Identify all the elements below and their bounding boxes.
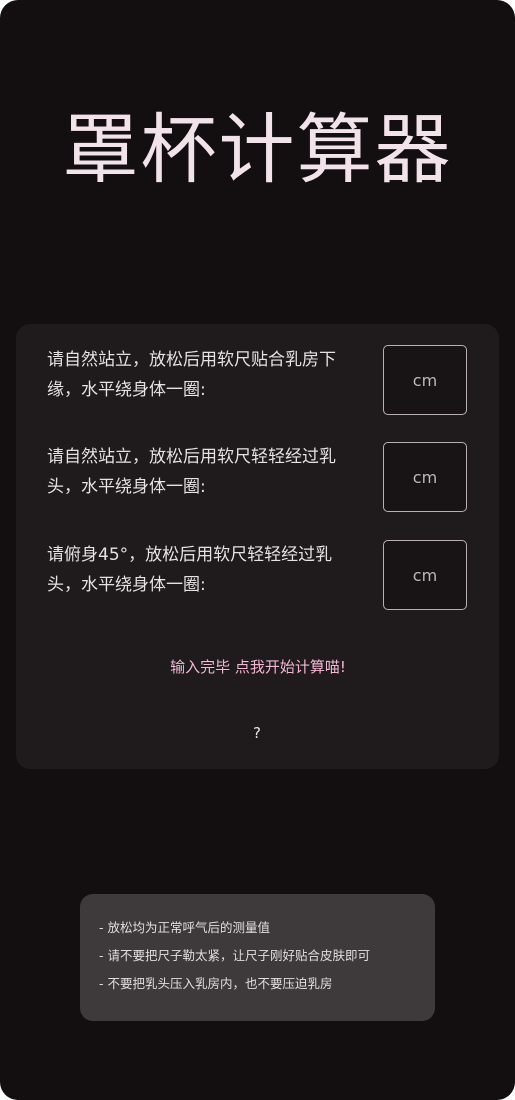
tip-item: - 不要把乳头压入乳房内，也不要压迫乳房 bbox=[99, 976, 333, 991]
app-screen: 罩杯计算器 请自然站立，放松后用软尺贴合乳房下缘，水平绕身体一圈: 请自然站立，… bbox=[0, 0, 515, 1100]
help-button[interactable]: ? bbox=[237, 719, 277, 747]
underbust-question-row: 请自然站立，放松后用软尺贴合乳房下缘，水平绕身体一圈: bbox=[16, 345, 499, 417]
bust-question-text: 请自然站立，放松后用软尺轻轻经过乳头，水平绕身体一圈: bbox=[47, 447, 336, 497]
leaning-bust-question-text: 请俯身45°，放松后用软尺轻轻经过乳头，水平绕身体一圈: bbox=[47, 545, 333, 595]
tip-item: - 放松均为正常呼气后的测量值 bbox=[99, 920, 270, 935]
underbust-input[interactable] bbox=[383, 345, 467, 415]
underbust-question-text: 请自然站立，放松后用软尺贴合乳房下缘，水平绕身体一圈: bbox=[47, 350, 336, 400]
tips-panel: - 放松均为正常呼气后的测量值 - 请不要把尺子勒太紧，让尺子刚好贴合皮肤即可 … bbox=[80, 894, 435, 1021]
leaning-bust-question-row: 请俯身45°，放松后用软尺轻轻经过乳头，水平绕身体一圈: bbox=[16, 540, 499, 612]
calculate-button[interactable]: 输入完毕 点我开始计算喵! bbox=[113, 646, 403, 688]
bust-question-row: 请自然站立，放松后用软尺轻轻经过乳头，水平绕身体一圈: bbox=[16, 442, 499, 514]
leaning-bust-input[interactable] bbox=[383, 540, 467, 610]
bust-input[interactable] bbox=[383, 442, 467, 512]
page-title: 罩杯计算器 bbox=[62, 105, 453, 194]
tip-item: - 请不要把尺子勒太紧，让尺子刚好贴合皮肤即可 bbox=[99, 948, 370, 963]
measurement-card: 请自然站立，放松后用软尺贴合乳房下缘，水平绕身体一圈: 请自然站立，放松后用软尺… bbox=[16, 324, 499, 769]
